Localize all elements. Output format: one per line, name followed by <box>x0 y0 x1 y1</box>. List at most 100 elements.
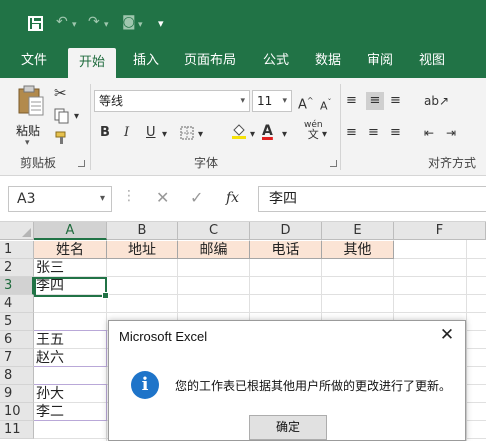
enter-icon[interactable]: ✓ <box>190 188 203 208</box>
align-center-button[interactable]: ≡ <box>368 124 379 142</box>
redo-icon[interactable]: ↷ <box>88 14 100 30</box>
phonetic-button[interactable]: wén 文 <box>304 120 323 141</box>
cell-a2[interactable]: 张三 <box>34 259 107 277</box>
row-header-7[interactable]: 7 <box>0 349 34 367</box>
column-header-e[interactable]: E <box>322 222 394 240</box>
cancel-icon[interactable]: ✕ <box>156 188 169 208</box>
chevron-down-icon: ▾ <box>282 96 287 106</box>
undo-icon[interactable]: ↶ <box>56 14 68 30</box>
active-cell-selection[interactable] <box>34 277 109 299</box>
underline-dropdown-icon[interactable]: ▾ <box>162 126 167 144</box>
row-header-6[interactable]: 6 <box>0 331 34 349</box>
cell-d1[interactable]: 电话 <box>250 241 322 259</box>
formula-bar-grip[interactable]: ⋮ <box>122 188 136 204</box>
name-box[interactable]: A3 ▾ <box>8 186 112 212</box>
tab-formulas[interactable]: 公式 <box>254 44 298 78</box>
paste-button[interactable]: 粘贴 ▾ <box>14 84 46 150</box>
tab-view[interactable]: 视图 <box>410 44 454 78</box>
column-header-d[interactable]: D <box>250 222 322 240</box>
copy-icon[interactable] <box>54 108 70 124</box>
column-header-a[interactable]: A <box>34 222 107 240</box>
align-right-button[interactable]: ≡ <box>390 124 401 142</box>
tab-page-layout[interactable]: 页面布局 <box>176 44 244 78</box>
font-color-button[interactable]: A <box>262 122 273 140</box>
redo-dropdown-icon[interactable]: ▾ <box>104 17 109 33</box>
grid-line <box>34 312 486 313</box>
cell-a6[interactable]: 王五 <box>34 331 107 349</box>
fill-color-dropdown-icon[interactable]: ▾ <box>250 126 255 144</box>
save-icon[interactable] <box>28 16 43 31</box>
increase-indent-button[interactable]: ⇥ <box>446 124 456 142</box>
camera-icon[interactable]: ◙ <box>122 14 136 30</box>
shrink-font-button[interactable]: Aˇ <box>320 94 332 116</box>
cell-a10[interactable]: 李二 <box>34 403 107 421</box>
camera-dropdown-icon[interactable]: ▾ <box>138 17 143 33</box>
row-header-3[interactable]: 3 <box>0 277 34 295</box>
ok-button[interactable]: 确定 <box>249 415 327 440</box>
shrink-font-label: A <box>320 99 328 113</box>
align-middle-button[interactable]: ≡ <box>366 92 384 110</box>
row-header-11[interactable]: 11 <box>0 421 34 439</box>
border-icon[interactable] <box>180 126 194 140</box>
italic-button[interactable]: I <box>124 124 129 142</box>
orientation-button[interactable]: ab↗ <box>424 92 449 110</box>
ribbon-tabs: 文件 开始 插入 页面布局 公式 数据 审阅 视图 <box>0 44 486 78</box>
info-icon: i <box>131 371 159 399</box>
phonetic-dropdown-icon[interactable]: ▾ <box>322 126 327 144</box>
cell-b1[interactable]: 地址 <box>107 241 178 259</box>
bold-button[interactable]: B <box>100 124 110 142</box>
row-header-2[interactable]: 2 <box>0 259 34 277</box>
cell-e1[interactable]: 其他 <box>322 241 394 259</box>
grow-font-button[interactable]: A^ <box>298 92 314 114</box>
close-icon[interactable]: ✕ <box>437 325 457 345</box>
group-divider <box>340 84 341 170</box>
border-dropdown-icon[interactable]: ▾ <box>198 126 203 144</box>
fill-color-icon[interactable] <box>230 122 248 140</box>
formula-input[interactable]: 李四 <box>258 186 486 212</box>
font-name-select[interactable]: 等线 ▾ <box>94 90 250 112</box>
select-all-button[interactable] <box>0 222 34 240</box>
tab-home[interactable]: 开始 <box>68 48 116 78</box>
format-painter-icon[interactable] <box>54 130 70 146</box>
underline-button[interactable]: U <box>146 124 156 142</box>
font-size-select[interactable]: 11 ▾ <box>252 90 292 112</box>
font-size-value: 11 <box>257 94 273 108</box>
row-header-4[interactable]: 4 <box>0 295 34 313</box>
chevron-down-icon: ▾ <box>240 96 245 106</box>
align-left-button[interactable]: ≡ <box>346 124 357 142</box>
update-dialog: Microsoft Excel ✕ i 您的工作表已根据其他用户所做的更改进行了… <box>108 320 466 441</box>
tab-file[interactable]: 文件 <box>12 44 56 78</box>
cell-a7[interactable]: 赵六 <box>34 349 107 367</box>
customize-toolbar-icon[interactable]: ▾ <box>158 16 164 32</box>
undo-dropdown-icon[interactable]: ▾ <box>72 17 77 33</box>
row-header-8[interactable]: 8 <box>0 367 34 385</box>
column-header-f[interactable]: F <box>394 222 486 240</box>
cell-c1[interactable]: 邮编 <box>178 241 250 259</box>
clipboard-group-label: 剪贴板 <box>20 156 57 170</box>
name-box-value: A3 <box>17 191 36 207</box>
row-header-5[interactable]: 5 <box>0 313 34 331</box>
cut-icon[interactable]: ✂ <box>54 84 67 102</box>
chevron-down-icon: ▾ <box>25 138 30 148</box>
row-header-1[interactable]: 1 <box>0 241 34 259</box>
cell-a1[interactable]: 姓名 <box>34 241 107 259</box>
align-top-button[interactable]: ≡ <box>346 92 357 110</box>
font-color-dropdown-icon[interactable]: ▾ <box>282 126 287 144</box>
copy-dropdown-icon[interactable]: ▾ <box>74 108 79 126</box>
decrease-indent-button[interactable]: ⇤ <box>424 124 434 142</box>
column-header-b[interactable]: B <box>107 222 178 240</box>
row-header-9[interactable]: 9 <box>0 385 34 403</box>
tab-insert[interactable]: 插入 <box>124 44 168 78</box>
font-name-value: 等线 <box>99 94 124 108</box>
row-header-10[interactable]: 10 <box>0 403 34 421</box>
insert-function-button[interactable]: fx <box>226 188 239 208</box>
font-group-label: 字体 <box>194 156 219 170</box>
tab-data[interactable]: 数据 <box>306 44 350 78</box>
align-bottom-button[interactable]: ≡ <box>390 92 401 110</box>
tab-review[interactable]: 审阅 <box>358 44 402 78</box>
cell-a9[interactable]: 孙大 <box>34 385 107 403</box>
clipboard-launcher-icon[interactable] <box>78 160 85 167</box>
column-header-c[interactable]: C <box>178 222 250 240</box>
formula-bar: A3 ▾ ⋮ ✕ ✓ fx 李四 <box>0 176 486 222</box>
font-launcher-icon[interactable] <box>330 160 337 167</box>
